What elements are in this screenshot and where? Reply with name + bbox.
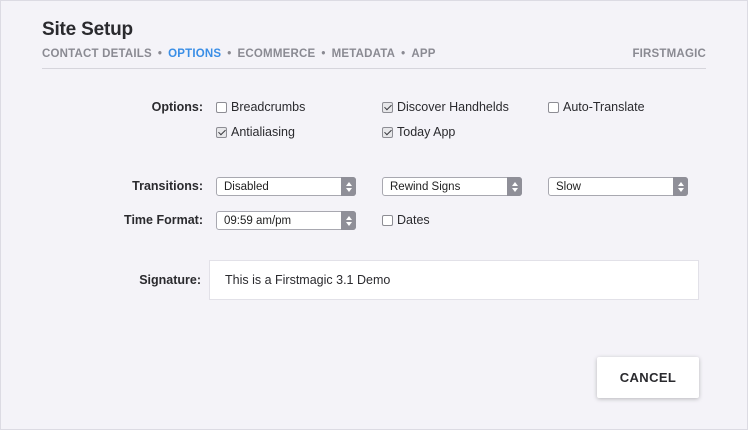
- breadcrumb-separator: •: [401, 48, 406, 60]
- signature-label: Signature:: [139, 273, 201, 287]
- breadcrumb-separator: •: [321, 48, 326, 60]
- transitions-select-speed[interactable]: Slow: [548, 177, 688, 196]
- select-arrows-icon: [341, 177, 356, 196]
- signature-input[interactable]: This is a Firstmagic 3.1 Demo: [209, 260, 699, 300]
- select-value: Disabled: [224, 180, 269, 193]
- checkbox-dates[interactable]: Dates: [382, 213, 430, 227]
- options-label: Options:: [151, 100, 203, 114]
- breadcrumb-app[interactable]: APP: [411, 48, 435, 60]
- breadcrumb-separator: •: [157, 48, 163, 60]
- signature-value: This is a Firstmagic 3.1 Demo: [225, 273, 391, 287]
- select-value: Slow: [556, 180, 581, 193]
- checkbox-breadcrumbs[interactable]: Breadcrumbs: [216, 100, 305, 114]
- checkbox-label: Dates: [397, 213, 430, 227]
- checkbox-auto-translate[interactable]: Auto-Translate: [548, 100, 645, 114]
- time-format-select[interactable]: 09:59 am/pm: [216, 211, 356, 230]
- checkbox-box[interactable]: [382, 126, 393, 138]
- checkbox-today-app[interactable]: Today App: [382, 125, 455, 139]
- select-value: Rewind Signs: [390, 180, 461, 193]
- select-arrows-icon: [341, 211, 356, 230]
- checkbox-box[interactable]: [382, 214, 393, 226]
- breadcrumb-metadata[interactable]: METADATA: [332, 48, 396, 60]
- checkbox-label: Auto-Translate: [563, 100, 645, 114]
- checkbox-antialiasing[interactable]: Antialiasing: [216, 125, 295, 139]
- transitions-select-style[interactable]: Rewind Signs: [382, 177, 522, 196]
- breadcrumb-options[interactable]: OPTIONS: [168, 48, 221, 60]
- transitions-label: Transitions:: [132, 179, 203, 193]
- checkbox-discover-handhelds[interactable]: Discover Handhelds: [382, 100, 509, 114]
- checkbox-label: Today App: [397, 125, 456, 139]
- checkbox-label: Discover Handhelds: [397, 100, 509, 114]
- time-format-label: Time Format:: [124, 213, 203, 227]
- checkbox-box[interactable]: [548, 101, 559, 113]
- checkbox-label: Breadcrumbs: [231, 100, 306, 114]
- page-title: Site Setup: [42, 19, 133, 40]
- site-setup-panel: Site Setup CONTACT DETAILS • OPTIONS • E…: [0, 0, 748, 430]
- breadcrumb: CONTACT DETAILS • OPTIONS • ECOMMERCE • …: [42, 48, 436, 60]
- transitions-select-mode[interactable]: Disabled: [216, 177, 356, 196]
- checkbox-label: Antialiasing: [231, 125, 295, 139]
- select-value: 09:59 am/pm: [224, 214, 292, 227]
- checkbox-box[interactable]: [382, 101, 393, 113]
- breadcrumb-separator: •: [227, 48, 232, 60]
- select-arrows-icon: [507, 177, 522, 196]
- header-divider: [42, 68, 706, 69]
- breadcrumb-contact-details[interactable]: CONTACT DETAILS: [42, 48, 152, 60]
- brand-label: FIRSTMAGIC: [632, 48, 706, 60]
- cancel-button[interactable]: CANCEL: [597, 357, 699, 398]
- checkbox-box[interactable]: [216, 126, 227, 138]
- checkbox-box[interactable]: [216, 101, 227, 113]
- select-arrows-icon: [673, 177, 688, 196]
- breadcrumb-ecommerce[interactable]: ECOMMERCE: [238, 48, 316, 60]
